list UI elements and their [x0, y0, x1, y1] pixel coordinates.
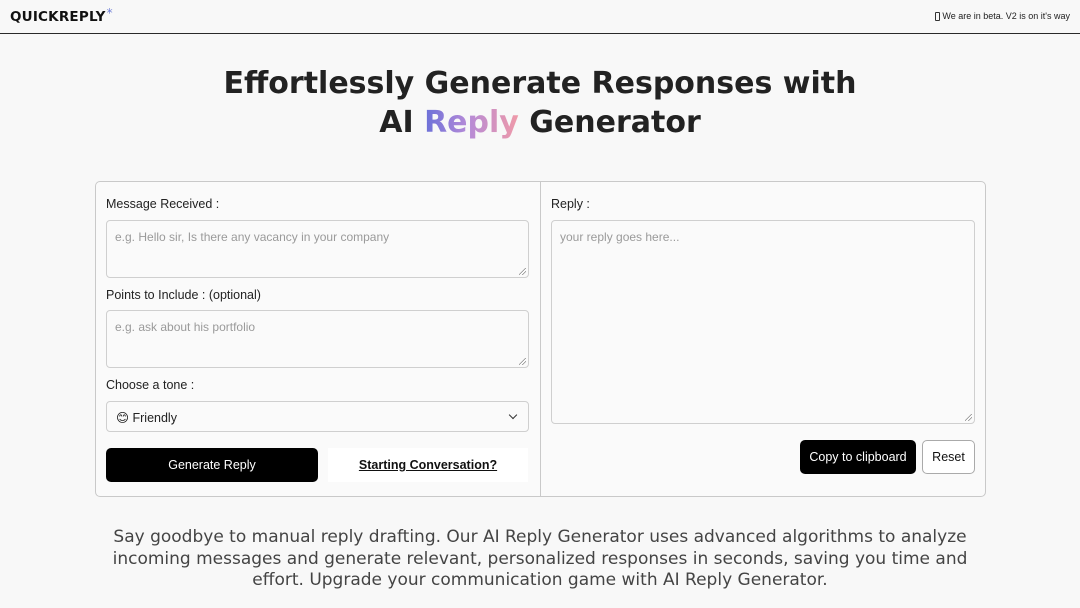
chevron-down-icon: [508, 410, 518, 420]
reset-button[interactable]: Reset: [922, 440, 975, 474]
page-title-line2: AI Reply Generator: [0, 103, 1080, 142]
mobile-icon: [935, 11, 941, 21]
beta-notice: We are in beta. V2 is on it's way: [935, 11, 1070, 21]
description-text: Say goodbye to manual reply drafting. Ou…: [112, 527, 968, 590]
top-navbar: QUICKREPLY* We are in beta. V2 is on it'…: [0, 0, 1080, 34]
copy-to-clipboard-button[interactable]: Copy to clipboard: [800, 440, 916, 474]
page-title-line1: Effortlessly Generate Responses with: [223, 66, 857, 101]
points-to-include-placeholder: e.g. ask about his portfolio: [115, 320, 256, 334]
reply-label: Reply :: [551, 197, 590, 211]
tone-selected-value: 😊 Friendly: [116, 411, 177, 425]
beta-notice-text: We are in beta. V2 is on it's way: [942, 11, 1070, 21]
generate-reply-button[interactable]: Generate Reply: [106, 448, 318, 482]
resize-handle-icon[interactable]: [519, 268, 526, 275]
points-to-include-label: Points to Include : (optional): [106, 288, 261, 302]
tone-select[interactable]: 😊 Friendly: [106, 401, 529, 432]
title-highlight: Reply: [424, 105, 519, 140]
message-received-input[interactable]: e.g. Hello sir, Is there any vacancy in …: [106, 220, 529, 278]
logo[interactable]: QUICKREPLY*: [10, 6, 113, 25]
tone-label: Choose a tone :: [106, 378, 195, 392]
resize-handle-icon[interactable]: [965, 414, 972, 421]
page-title: Effortlessly Generate Responses with AI …: [0, 64, 1080, 142]
title-prefix: AI: [379, 105, 425, 140]
starting-conversation-link[interactable]: Starting Conversation?: [328, 448, 528, 482]
logo-text: QUICKREPLY: [10, 9, 106, 25]
title-suffix: Generator: [518, 105, 701, 140]
generator-card: Message Received : e.g. Hello sir, Is th…: [95, 181, 986, 497]
resize-handle-icon[interactable]: [519, 358, 526, 365]
points-to-include-input[interactable]: e.g. ask about his portfolio: [106, 310, 529, 368]
message-received-label: Message Received :: [106, 197, 220, 211]
reply-placeholder: your reply goes here...: [560, 230, 680, 244]
message-received-placeholder: e.g. Hello sir, Is there any vacancy in …: [115, 230, 390, 244]
panel-divider: [540, 182, 541, 496]
reply-output[interactable]: your reply goes here...: [551, 220, 975, 424]
logo-star-icon: *: [106, 6, 113, 20]
